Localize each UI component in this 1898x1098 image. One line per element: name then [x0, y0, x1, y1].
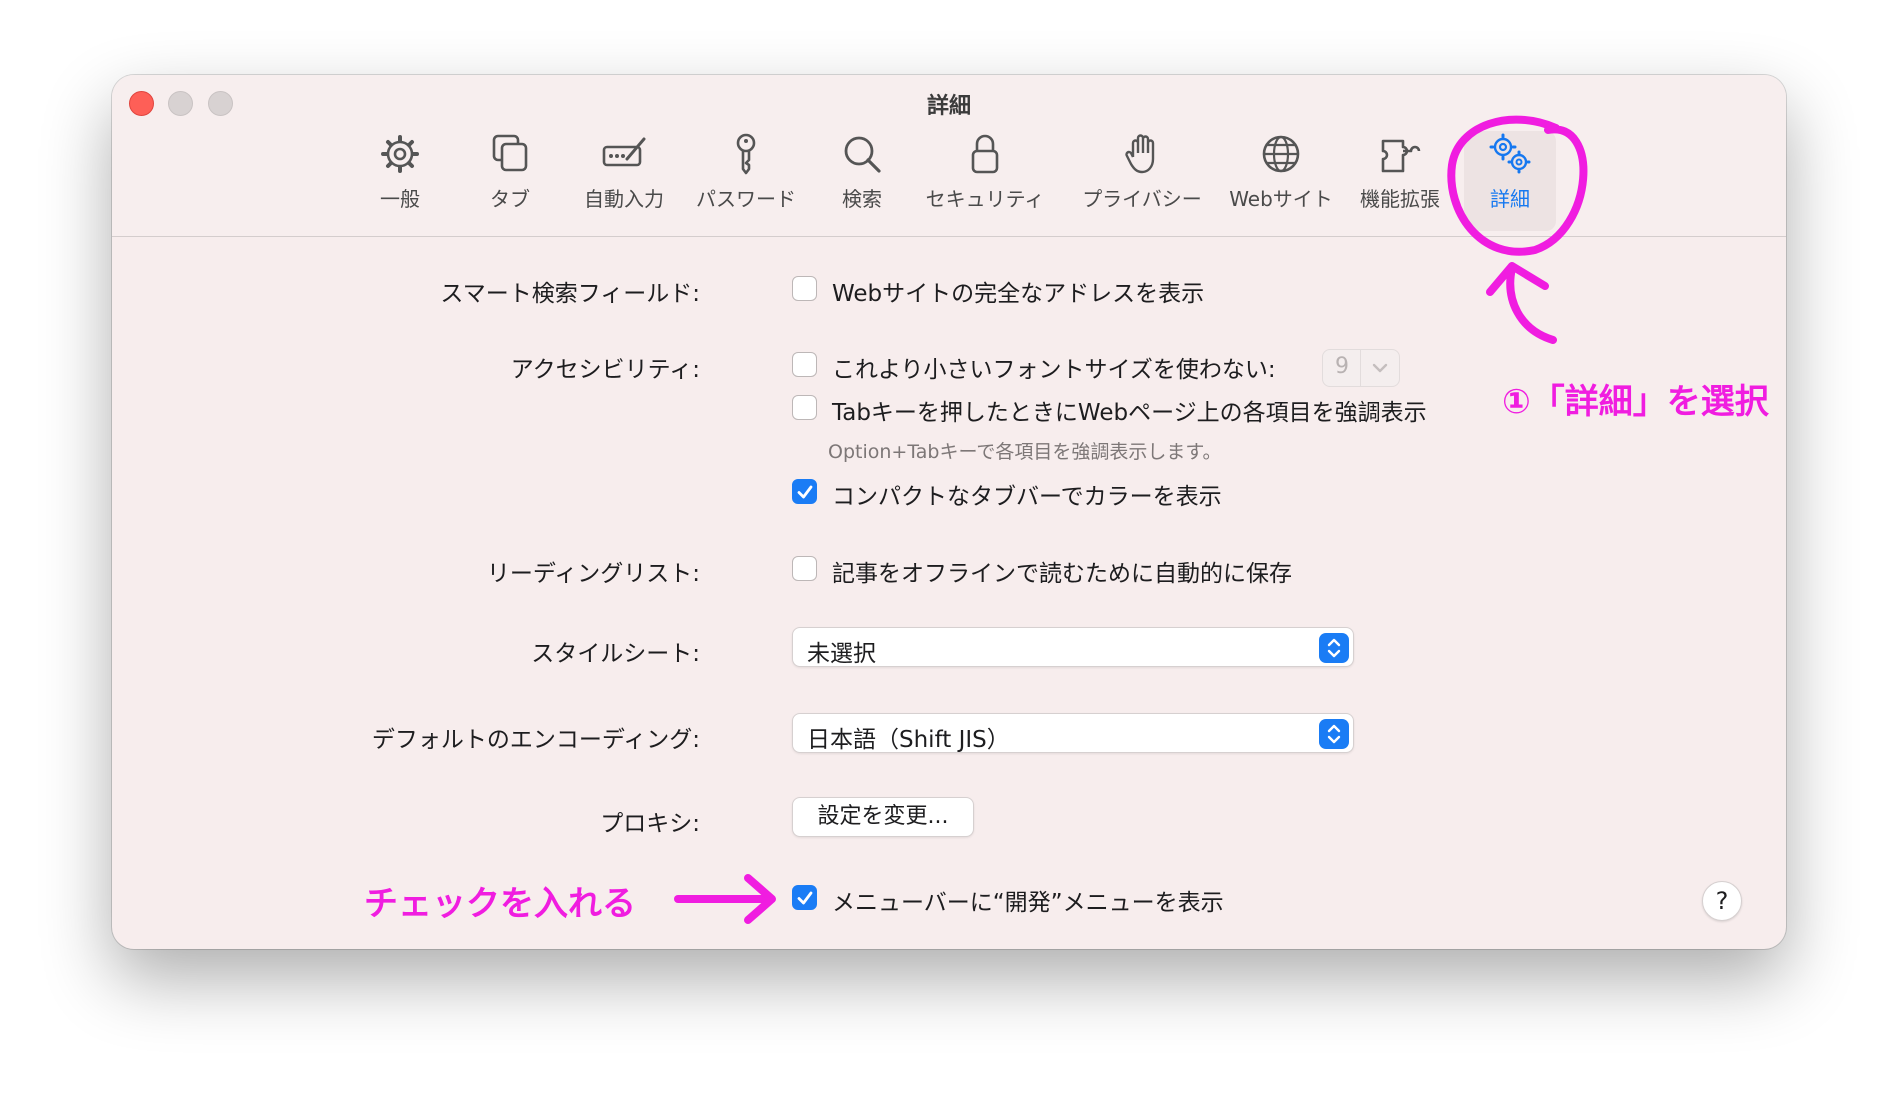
reading-list-option: 記事をオフラインで読むために自動的に保存 — [832, 561, 1292, 587]
tab-general[interactable]: 一般 — [360, 131, 440, 231]
encoding-label: デフォルトのエンコーディング: — [371, 727, 700, 753]
tab-autofill[interactable]: 自動入力 — [574, 131, 674, 231]
lock-icon — [971, 134, 999, 174]
tab-privacy[interactable]: プライバシー — [1072, 131, 1212, 231]
smart-search-checkbox[interactable] — [792, 276, 817, 301]
compact-tab-color-checkbox[interactable] — [792, 479, 817, 504]
develop-menu-option: メニューバーに“開発”メニューを表示 — [832, 890, 1224, 916]
encoding-select[interactable]: 日本語（Shift JIS） — [792, 713, 1354, 753]
tab-extensions[interactable]: 機能拡張 — [1352, 131, 1448, 231]
tab-label: パスワード — [696, 187, 796, 211]
min-font-size-select[interactable]: 9 — [1322, 349, 1400, 387]
develop-menu-checkbox[interactable] — [792, 885, 817, 910]
annotation-select-details: ①「詳細」を選択 — [1502, 382, 1769, 422]
tab-label: 機能拡張 — [1360, 187, 1440, 211]
window-title: 詳細 — [926, 94, 971, 119]
min-font-checkbox[interactable] — [792, 352, 817, 377]
change-proxy-settings-button[interactable]: 設定を変更... — [792, 797, 974, 837]
checkmark-icon — [797, 485, 813, 499]
min-font-option: これより小さいフォントサイズを使わない: — [832, 357, 1276, 383]
tab-passwords[interactable]: パスワード — [684, 131, 808, 231]
stylesheet-label: スタイルシート: — [531, 641, 700, 667]
tab-label: 詳細 — [1490, 187, 1530, 211]
tab-label: プライバシー — [1082, 187, 1202, 211]
tab-highlight-option: Tabキーを押したときにWebページ上の各項目を強調表示 — [832, 400, 1427, 426]
settings-window: 詳細 一般 タブ 自動入力 パスワード 検索 セキュリティ プライバシー Web… — [112, 75, 1786, 949]
chevron-down-icon — [1360, 350, 1399, 386]
checkmark-icon — [797, 891, 813, 905]
up-down-arrows-icon — [1319, 719, 1349, 749]
gears-icon — [1489, 133, 1531, 174]
tab-tabs[interactable]: タブ — [470, 131, 550, 231]
tabs-icon — [492, 134, 528, 172]
tab-security[interactable]: セキュリティ — [920, 131, 1050, 231]
tab-label: 一般 — [380, 187, 420, 211]
reading-list-checkbox[interactable] — [792, 556, 817, 581]
gear-icon — [381, 135, 419, 173]
titlebar: 詳細 一般 タブ 自動入力 パスワード 検索 セキュリティ プライバシー Web… — [112, 75, 1786, 237]
tab-label: Webサイト — [1229, 187, 1333, 211]
up-down-arrows-icon — [1319, 633, 1349, 663]
tab-label: タブ — [490, 187, 530, 211]
stylesheet-select[interactable]: 未選択 — [792, 627, 1354, 667]
puzzle-icon — [1381, 139, 1421, 173]
tab-label: 検索 — [842, 187, 882, 211]
tab-highlight-hint: Option+Tabキーで各項目を強調表示します。 — [828, 441, 1222, 463]
tab-highlight-checkbox[interactable] — [792, 395, 817, 420]
compact-tab-color-option: コンパクトなタブバーでカラーを表示 — [832, 484, 1222, 510]
magnifier-icon — [844, 136, 881, 173]
reading-list-label: リーディングリスト: — [486, 561, 700, 587]
pencil-field-icon — [602, 137, 646, 167]
tab-label: セキュリティ — [925, 187, 1045, 211]
tab-search[interactable]: 検索 — [822, 131, 902, 231]
encoding-value: 日本語（Shift JIS） — [807, 727, 1010, 753]
tab-websites[interactable]: Webサイト — [1226, 131, 1336, 231]
hand-icon — [1125, 134, 1155, 174]
smart-search-label: スマート検索フィールド: — [440, 281, 700, 307]
help-button[interactable]: ? — [1702, 881, 1742, 921]
tab-label: 自動入力 — [584, 187, 664, 211]
proxy-label: プロキシ: — [600, 811, 700, 837]
key-icon — [736, 133, 756, 175]
stylesheet-value: 未選択 — [807, 641, 876, 667]
min-font-size-value: 9 — [1335, 354, 1349, 379]
annotation-check-it: チェックを入れる — [364, 884, 636, 924]
globe-icon — [1262, 135, 1300, 173]
tab-advanced[interactable]: 詳細 — [1464, 131, 1556, 231]
accessibility-label: アクセシビリティ: — [510, 357, 700, 383]
smart-search-option: Webサイトの完全なアドレスを表示 — [832, 281, 1205, 307]
